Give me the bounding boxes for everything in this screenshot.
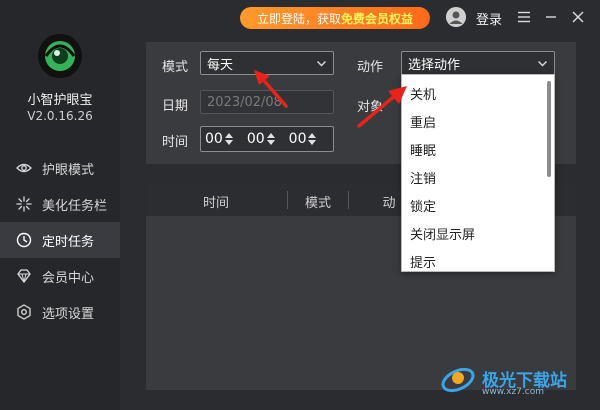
sidebar-item-label: 定时任务 <box>42 234 95 250</box>
sparkle-icon <box>16 196 32 212</box>
dropdown-option-display-off[interactable]: 关闭显示屏 <box>410 224 475 243</box>
mode-label: 模式 <box>162 60 189 75</box>
app-name: 小智护眼宝 <box>27 93 93 108</box>
action-select[interactable]: 选择动作 <box>401 51 555 75</box>
promo-highlight: 免费会员权益 <box>341 11 414 26</box>
mode-select[interactable]: 每天 <box>200 51 334 75</box>
time-spinner[interactable]: 00 00 00 <box>200 126 334 152</box>
mode-value: 每天 <box>207 57 234 73</box>
chevron-down-icon <box>538 61 547 67</box>
column-header-action[interactable]: 动 <box>374 192 404 211</box>
promo-text: 立即登陆，获取 <box>256 11 341 26</box>
watermark-logo-icon <box>441 367 475 393</box>
sidebar-item-eye-mode[interactable]: 护眼模式 <box>0 150 120 186</box>
dropdown-option-shutdown[interactable]: 关机 <box>410 84 436 103</box>
column-divider[interactable] <box>348 191 349 209</box>
action-label: 动作 <box>357 60 384 75</box>
dropdown-scrollbar[interactable] <box>547 81 551 177</box>
eye-icon <box>16 163 32 173</box>
second-arrows-icon[interactable] <box>308 132 317 146</box>
chevron-down-icon <box>317 61 326 67</box>
column-header-time[interactable]: 时间 <box>186 192 246 211</box>
sidebar-item-label: 美化任务栏 <box>42 198 108 214</box>
login-link[interactable]: 登录 <box>476 9 502 28</box>
dropdown-option-lock[interactable]: 锁定 <box>410 196 436 215</box>
sidebar-item-scheduled-task[interactable]: 定时任务 <box>0 222 120 258</box>
dropdown-option-prompt[interactable]: 提示 <box>410 252 436 271</box>
diamond-icon <box>17 269 31 284</box>
minute-stepper[interactable]: 00 <box>247 131 275 147</box>
hour-value: 00 <box>205 131 223 147</box>
second-stepper[interactable]: 00 <box>289 131 317 147</box>
login-promo-button[interactable]: 立即登陆，获取 免费会员权益 <box>240 7 430 29</box>
hour-arrows-icon[interactable] <box>224 132 233 146</box>
action-value: 选择动作 <box>408 57 461 73</box>
target-label: 对象 <box>357 100 384 115</box>
sidebar: 小智护眼宝 V2.0.16.26 护眼模式 美化任务栏 定时任务 会员中心 选项… <box>0 0 120 410</box>
date-value: 2023/02/08 <box>207 94 282 110</box>
user-avatar-icon[interactable] <box>446 7 466 27</box>
sidebar-item-member-center[interactable]: 会员中心 <box>0 258 120 294</box>
gear-icon <box>17 304 31 320</box>
dropdown-option-restart[interactable]: 重启 <box>410 112 436 131</box>
minute-arrows-icon[interactable] <box>266 132 275 146</box>
minute-value: 00 <box>246 131 265 147</box>
second-value: 00 <box>288 131 307 147</box>
sidebar-item-label: 会员中心 <box>42 270 95 286</box>
sidebar-item-label: 护眼模式 <box>42 162 95 178</box>
minimize-icon[interactable] <box>542 8 560 26</box>
menu-icon[interactable] <box>515 8 533 26</box>
action-dropdown-list: 关机 重启 睡眠 注销 锁定 关闭显示屏 提示 <box>401 74 555 272</box>
date-label: 日期 <box>162 99 189 114</box>
dropdown-option-sleep[interactable]: 睡眠 <box>410 140 436 159</box>
dropdown-option-logoff[interactable]: 注销 <box>410 168 436 187</box>
app-version: V2.0.16.26 <box>27 109 93 123</box>
date-field[interactable]: 2023/02/08 <box>200 90 334 114</box>
sidebar-item-options[interactable]: 选项设置 <box>0 294 120 330</box>
watermark-url: www.xz7.com <box>482 387 544 397</box>
sidebar-item-beautify-taskbar[interactable]: 美化任务栏 <box>0 186 120 222</box>
time-label: 时间 <box>162 135 189 150</box>
column-header-mode[interactable]: 模式 <box>288 192 348 211</box>
hour-stepper[interactable]: 00 <box>205 131 233 147</box>
sidebar-item-label: 选项设置 <box>42 306 95 322</box>
close-icon[interactable] <box>569 8 587 26</box>
clock-icon <box>16 232 32 248</box>
app-logo-icon <box>38 34 82 78</box>
